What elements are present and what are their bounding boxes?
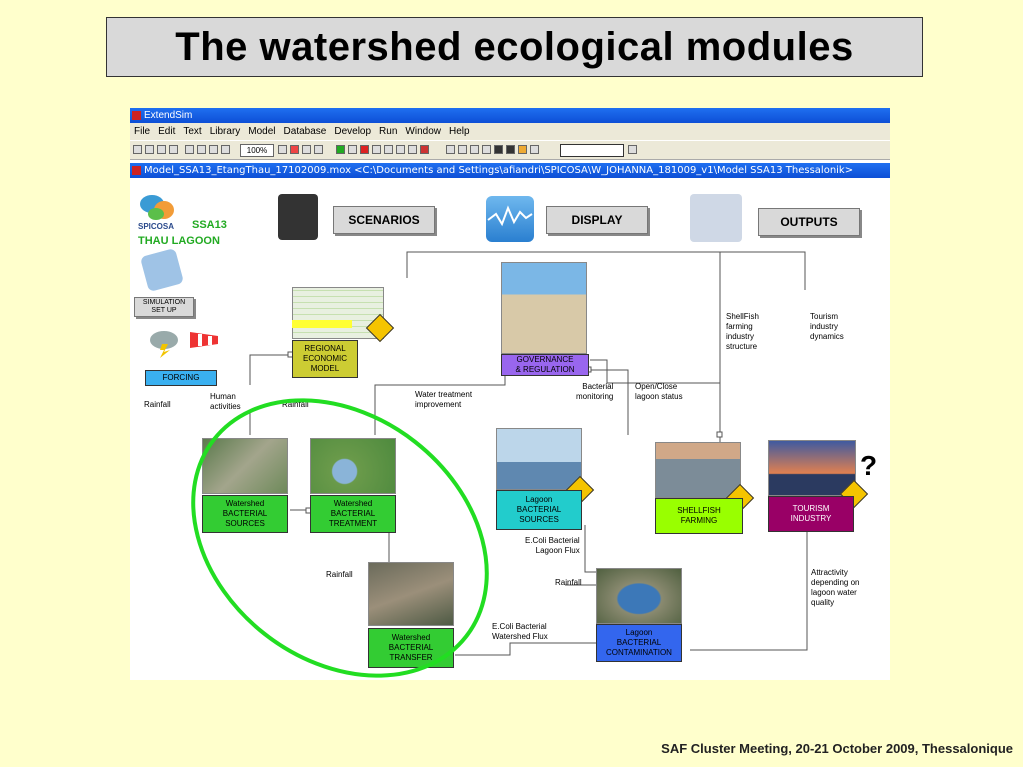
connect-icon[interactable] xyxy=(290,145,299,154)
select-icon[interactable] xyxy=(470,145,479,154)
zoom-select[interactable]: 100% xyxy=(240,144,274,157)
block-icon[interactable] xyxy=(494,145,503,154)
question-mark: ? xyxy=(860,450,878,481)
forcing-block[interactable]: FORCING xyxy=(145,370,217,386)
pointer-icon[interactable] xyxy=(446,145,455,154)
regional-economic-model-block[interactable]: REGIONAL ECONOMIC MODEL xyxy=(292,340,358,378)
menu-develop[interactable]: Develop xyxy=(330,123,375,140)
animate-icon[interactable] xyxy=(348,145,357,154)
lagoon-satellite-image xyxy=(596,568,682,624)
trace-icon[interactable] xyxy=(408,145,417,154)
stop-icon[interactable] xyxy=(360,145,369,154)
menu-window[interactable]: Window xyxy=(401,123,445,140)
menu-edit[interactable]: Edit xyxy=(154,123,179,140)
print-icon[interactable] xyxy=(169,145,178,154)
model-icon xyxy=(132,166,141,175)
toolbar: 100% xyxy=(130,140,890,160)
lagoon-bacterial-contamination-block[interactable]: Lagoon BACTERIAL CONTAMINATION xyxy=(596,624,682,662)
hand-icon[interactable] xyxy=(458,145,467,154)
clapperboard-icon xyxy=(278,194,318,240)
text-tool-icon[interactable] xyxy=(530,145,539,154)
save-icon[interactable] xyxy=(157,145,166,154)
search-icon[interactable] xyxy=(628,145,637,154)
highlight-ellipse xyxy=(191,398,489,678)
library-icon[interactable] xyxy=(314,145,323,154)
window-titlebar[interactable]: ExtendSim xyxy=(130,108,890,123)
city-hall-image xyxy=(501,262,587,354)
tourism-dynamics-label: Tourism industry dynamics xyxy=(810,312,844,341)
display-chart-icon xyxy=(486,196,534,242)
brand-ssa: SSA13 xyxy=(192,219,227,231)
debug-icon[interactable] xyxy=(396,145,405,154)
copy-icon[interactable] xyxy=(197,145,206,154)
extendsim-window: ExtendSim File Edit Text Library Model D… xyxy=(130,108,890,680)
rainfall-label-4: Rainfall xyxy=(555,578,582,587)
menu-run[interactable]: Run xyxy=(375,123,401,140)
paste-icon[interactable] xyxy=(209,145,218,154)
windsock-icon xyxy=(188,328,220,350)
new-file-icon[interactable] xyxy=(133,145,142,154)
display-button[interactable]: DISPLAY xyxy=(546,206,648,234)
open-close-label: Open/Close lagoon status xyxy=(635,382,683,401)
shellfish-farming-block[interactable]: SHELLFISH FARMING xyxy=(655,498,743,534)
record-icon[interactable] xyxy=(420,145,429,154)
attractivity-label: Attractivity depending on lagoon water q… xyxy=(811,568,860,607)
toolbar-search-input[interactable] xyxy=(560,144,624,157)
open-file-icon[interactable] xyxy=(145,145,154,154)
link-icon[interactable] xyxy=(482,145,491,154)
brand-name: SPICOSA xyxy=(138,222,175,231)
model-canvas[interactable]: SPICOSA SSA13 THAU LAGOON SIMULATION SET… xyxy=(130,180,890,680)
run-icon[interactable] xyxy=(336,145,345,154)
harbor-sunset-image xyxy=(768,440,856,496)
simulation-setup-button[interactable]: SIMULATION SET UP xyxy=(134,297,194,317)
outputs-button[interactable]: OUTPUTS xyxy=(758,208,860,236)
scenarios-button[interactable]: SCENARIOS xyxy=(333,206,435,234)
oyster-farm-image xyxy=(655,442,741,498)
cut-icon[interactable] xyxy=(185,145,194,154)
tourism-industry-block[interactable]: TOURISM INDUSTRY xyxy=(768,496,854,532)
outputs-folder-icon xyxy=(690,194,742,242)
menu-database[interactable]: Database xyxy=(280,123,331,140)
shellfish-structure-label: ShellFish farming industry structure xyxy=(726,312,759,351)
slide-title-box: The watershed ecological modules xyxy=(106,17,923,77)
governance-regulation-block[interactable]: GOVERNANCE & REGULATION xyxy=(501,354,589,376)
undo-icon[interactable] xyxy=(221,145,230,154)
model-title: Model_SSA13_EtangThau_17102009.mox <C:\D… xyxy=(144,165,854,176)
storm-cloud-icon xyxy=(148,328,180,358)
shape-icon[interactable] xyxy=(518,145,527,154)
brand-site: THAU LAGOON xyxy=(138,235,220,247)
menu-bar: File Edit Text Library Model Database De… xyxy=(130,123,890,140)
footer-text: SAF Cluster Meeting, 20-21 October 2009,… xyxy=(661,741,1013,756)
zoom-icon[interactable] xyxy=(278,145,287,154)
model-titlebar[interactable]: Model_SSA13_EtangThau_17102009.mox <C:\D… xyxy=(130,163,890,178)
spicosa-logo xyxy=(138,194,186,222)
bacterial-monitoring-label: Bacterial monitoring xyxy=(576,382,614,401)
menu-text[interactable]: Text xyxy=(179,123,205,140)
menu-library[interactable]: Library xyxy=(206,123,245,140)
menu-help[interactable]: Help xyxy=(445,123,474,140)
menu-model[interactable]: Model xyxy=(244,123,279,140)
hblock-icon[interactable] xyxy=(506,145,515,154)
app-icon xyxy=(132,111,141,120)
slide-title: The watershed ecological modules xyxy=(175,24,854,69)
step-icon[interactable] xyxy=(384,145,393,154)
menu-file[interactable]: File xyxy=(130,123,154,140)
notebook-icon[interactable] xyxy=(302,145,311,154)
pause-icon[interactable] xyxy=(372,145,381,154)
